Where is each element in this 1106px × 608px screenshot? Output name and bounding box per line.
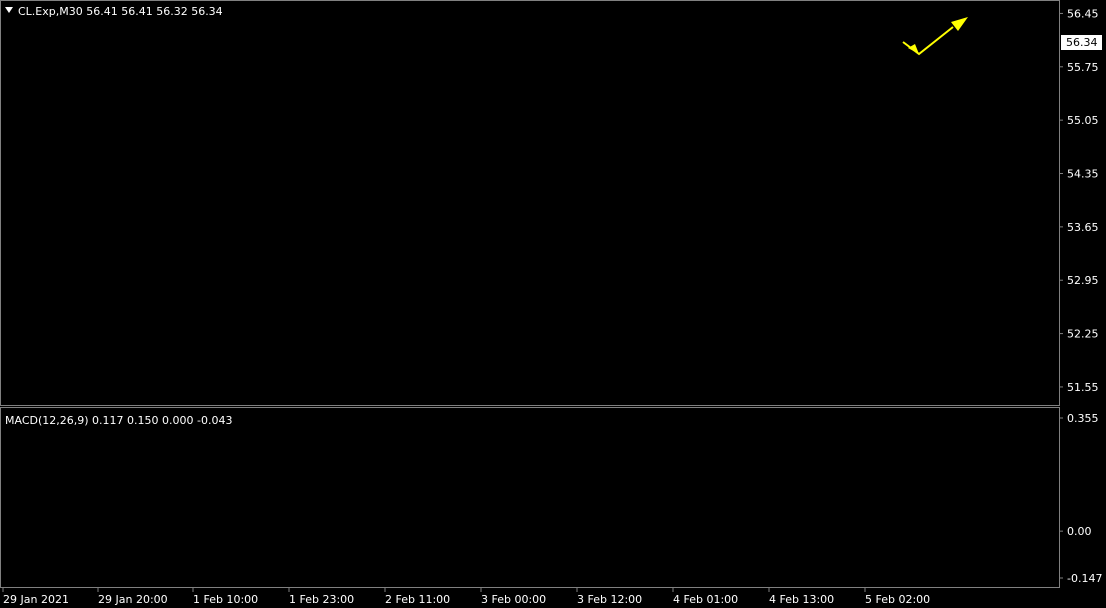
macd-y-tick-label: 0.355 (1067, 412, 1099, 425)
y-tick-label: 53.65 (1067, 221, 1099, 234)
price-tag-label: 56.34 (1066, 36, 1098, 49)
x-tick-label: 3 Feb 12:00 (577, 593, 642, 606)
chart-header: CL.Exp,M30 56.41 56.41 56.32 56.34 (18, 5, 223, 18)
y-tick-label: 52.95 (1067, 274, 1099, 287)
chart-canvas[interactable]: 56.45 55.75 55.05 54.35 53.65 52.95 52.25 51.55… (0, 0, 1106, 608)
macd-y-tick-label: 0.00 (1067, 525, 1092, 538)
y-tick-label: 56.45 (1067, 7, 1099, 20)
x-tick-label: 29 Jan 2021 (3, 593, 69, 606)
x-tick-label: 1 Feb 23:00 (289, 593, 354, 606)
x-tick-label: 4 Feb 13:00 (769, 593, 834, 606)
background (0, 0, 1106, 608)
y-tick-label: 55.75 (1067, 61, 1099, 74)
macd-y-tick-label: -0.147 (1067, 572, 1102, 585)
x-tick-label: 1 Feb 10:00 (193, 593, 258, 606)
x-tick-label: 2 Feb 11:00 (385, 593, 450, 606)
x-tick-label: 5 Feb 02:00 (865, 593, 930, 606)
x-tick-label: 29 Jan 20:00 (98, 593, 168, 606)
price-tag: 56.34 (1061, 35, 1102, 50)
y-tick-label: 54.35 (1067, 168, 1099, 181)
x-tick-label: 3 Feb 00:00 (481, 593, 546, 606)
y-tick-label: 55.05 (1067, 114, 1099, 127)
y-tick-label: 51.55 (1067, 381, 1099, 394)
macd-label: MACD(12,26,9) 0.117 0.150 0.000 -0.043 (5, 414, 232, 427)
axes: 56.45 55.75 55.05 54.35 53.65 52.95 52.25 51.55… (0, 0, 1106, 608)
x-tick-label: 4 Feb 01:00 (673, 593, 738, 606)
y-tick-label: 52.25 (1067, 328, 1099, 341)
